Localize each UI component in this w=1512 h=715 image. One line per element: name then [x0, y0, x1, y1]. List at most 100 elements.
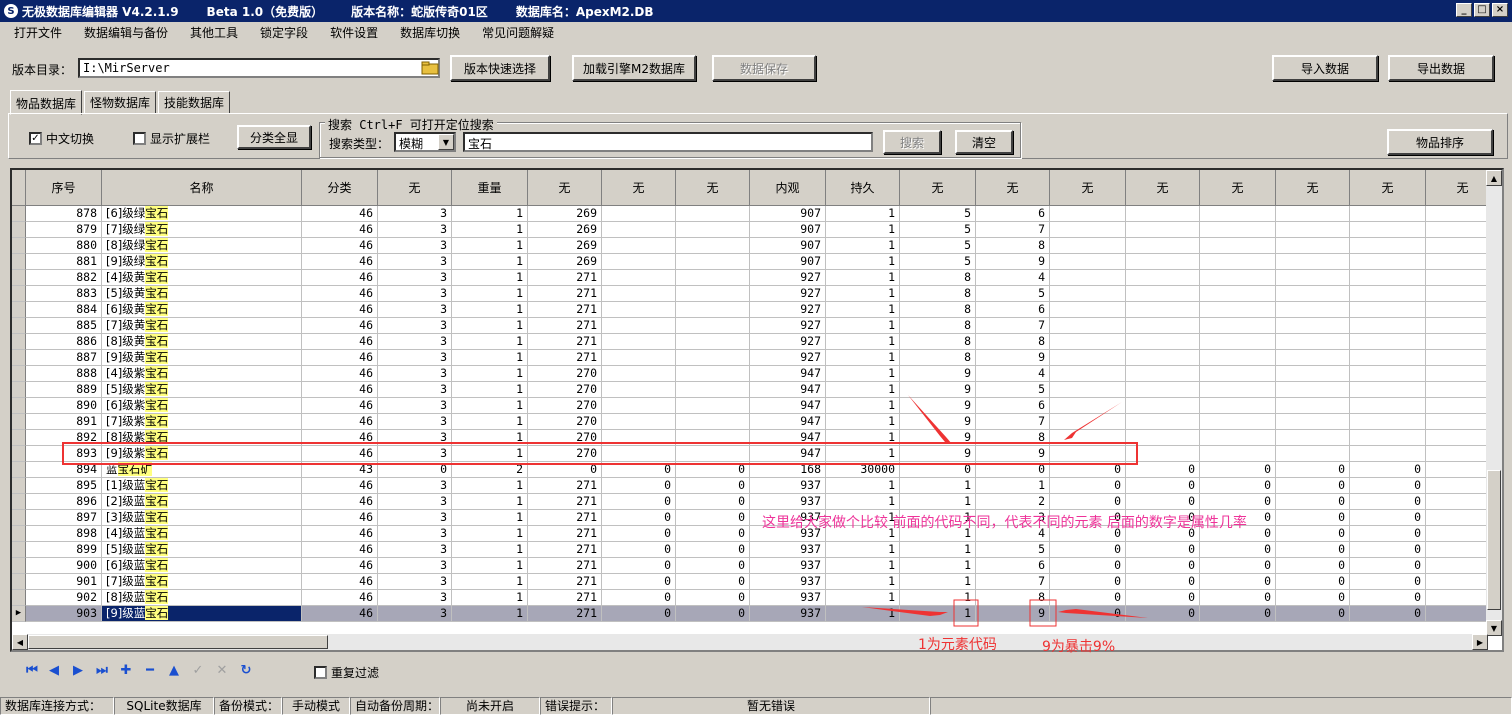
cell-value[interactable]	[1350, 366, 1426, 382]
cell-name[interactable]: 蓝宝石矿	[102, 462, 302, 478]
cell-value[interactable]: 270	[528, 446, 602, 462]
column-header[interactable]: 无	[1276, 170, 1350, 206]
cell-value[interactable]	[1050, 334, 1126, 350]
cell-value[interactable]: 947	[750, 366, 826, 382]
cell-value[interactable]: 907	[750, 238, 826, 254]
cell-value[interactable]	[1276, 350, 1350, 366]
cell-value[interactable]	[1126, 334, 1200, 350]
row-indicator[interactable]	[12, 398, 26, 414]
table-row[interactable]: 884 [6]级黄宝石 46 3 1 271 927 1 8 6	[12, 302, 1500, 318]
cell-value[interactable]	[1200, 238, 1276, 254]
cell-value[interactable]	[676, 350, 750, 366]
table-row[interactable]: 895[1]级蓝宝石463127100937111000000	[12, 478, 1500, 494]
cell-value[interactable]: 3	[378, 222, 452, 238]
cell-value[interactable]: 0	[676, 574, 750, 590]
cell-value[interactable]	[1350, 446, 1426, 462]
cell-value[interactable]: 1	[826, 478, 900, 494]
cell-value[interactable]: 1	[900, 494, 976, 510]
cell-name[interactable]: [8]级黄宝石	[102, 334, 302, 350]
table-row[interactable]: 882 [4]级黄宝石 46 3 1 271 927 1 8 4	[12, 270, 1500, 286]
cell-value[interactable]	[1200, 206, 1276, 222]
cell-value[interactable]: 46	[302, 446, 378, 462]
cell-value[interactable]	[1350, 430, 1426, 446]
cell-value[interactable]: 0	[676, 510, 750, 526]
column-header[interactable]: 无	[1200, 170, 1276, 206]
scroll-right-icon[interactable]: ▶	[1472, 634, 1488, 650]
cell-value[interactable]: 270	[528, 398, 602, 414]
cell-value[interactable]	[1200, 366, 1276, 382]
cell-value[interactable]	[1126, 350, 1200, 366]
cell-value[interactable]	[1276, 382, 1350, 398]
maximize-button[interactable]: □	[1474, 3, 1490, 17]
cell-value[interactable]: 3	[378, 286, 452, 302]
cell-value[interactable]	[602, 206, 676, 222]
horizontal-scroll-thumb[interactable]	[28, 635, 328, 649]
cell-value[interactable]: 1	[900, 606, 976, 622]
cell-value[interactable]: 0	[676, 478, 750, 494]
cell-value[interactable]: 0	[676, 606, 750, 622]
vertical-scrollbar[interactable]: ▲ ▼	[1486, 170, 1502, 636]
cell-value[interactable]: 8	[900, 318, 976, 334]
cell-value[interactable]: 1	[826, 558, 900, 574]
cell-index[interactable]: 885	[26, 318, 102, 334]
cell-value[interactable]	[1126, 206, 1200, 222]
cell-value[interactable]	[1200, 254, 1276, 270]
cell-value[interactable]: 3	[378, 270, 452, 286]
cell-index[interactable]: 889	[26, 382, 102, 398]
cell-value[interactable]	[602, 270, 676, 286]
row-indicator[interactable]	[12, 206, 26, 222]
cell-value[interactable]	[602, 254, 676, 270]
cell-value[interactable]: 3	[378, 542, 452, 558]
cell-value[interactable]: 0	[1126, 558, 1200, 574]
cell-value[interactable]: 9	[900, 366, 976, 382]
cell-value[interactable]: 8	[976, 238, 1050, 254]
cell-value[interactable]: 947	[750, 382, 826, 398]
cell-value[interactable]: 1	[452, 558, 528, 574]
column-header[interactable]: 内观	[750, 170, 826, 206]
cell-index[interactable]: 900	[26, 558, 102, 574]
cell-value[interactable]: 937	[750, 542, 826, 558]
item-sort-button[interactable]: 物品排序	[1387, 129, 1493, 155]
cell-value[interactable]: 0	[1350, 542, 1426, 558]
cell-value[interactable]: 1	[900, 574, 976, 590]
folder-icon[interactable]	[420, 59, 440, 77]
cell-value[interactable]: 271	[528, 558, 602, 574]
cell-value[interactable]: 1	[452, 286, 528, 302]
cell-value[interactable]: 1	[826, 318, 900, 334]
cell-index[interactable]: 903	[26, 606, 102, 622]
cell-value[interactable]: 8	[976, 430, 1050, 446]
row-indicator[interactable]	[12, 558, 26, 574]
cell-name[interactable]: [9]级绿宝石	[102, 254, 302, 270]
cell-index[interactable]: 899	[26, 542, 102, 558]
cell-value[interactable]: 0	[976, 462, 1050, 478]
cell-value[interactable]	[1200, 334, 1276, 350]
cell-value[interactable]: 937	[750, 574, 826, 590]
cell-index[interactable]: 896	[26, 494, 102, 510]
cell-value[interactable]: 271	[528, 526, 602, 542]
cell-value[interactable]: 3	[378, 334, 452, 350]
cell-value[interactable]: 3	[378, 318, 452, 334]
table-row[interactable]: 893 [9]级紫宝石 46 3 1 270 947 1 9 9	[12, 446, 1500, 462]
cell-value[interactable]	[1050, 238, 1126, 254]
cell-value[interactable]	[1126, 302, 1200, 318]
cell-value[interactable]	[1126, 286, 1200, 302]
cell-value[interactable]: 1	[452, 318, 528, 334]
cell-value[interactable]: 6	[976, 398, 1050, 414]
cell-value[interactable]: 46	[302, 334, 378, 350]
cell-value[interactable]	[1200, 270, 1276, 286]
cell-value[interactable]: 0	[1200, 462, 1276, 478]
cell-value[interactable]: 0	[1050, 558, 1126, 574]
cell-value[interactable]: 0	[676, 542, 750, 558]
cell-value[interactable]: 9	[976, 350, 1050, 366]
cell-value[interactable]: 3	[378, 238, 452, 254]
cell-value[interactable]: 46	[302, 558, 378, 574]
cell-value[interactable]: 2	[976, 494, 1050, 510]
cell-value[interactable]: 3	[378, 430, 452, 446]
cell-value[interactable]	[676, 334, 750, 350]
row-indicator[interactable]	[12, 510, 26, 526]
column-header[interactable]: 名称	[102, 170, 302, 206]
cell-value[interactable]: 46	[302, 590, 378, 606]
cell-value[interactable]: 1	[826, 414, 900, 430]
cell-value[interactable]	[1276, 430, 1350, 446]
cell-index[interactable]: 879	[26, 222, 102, 238]
